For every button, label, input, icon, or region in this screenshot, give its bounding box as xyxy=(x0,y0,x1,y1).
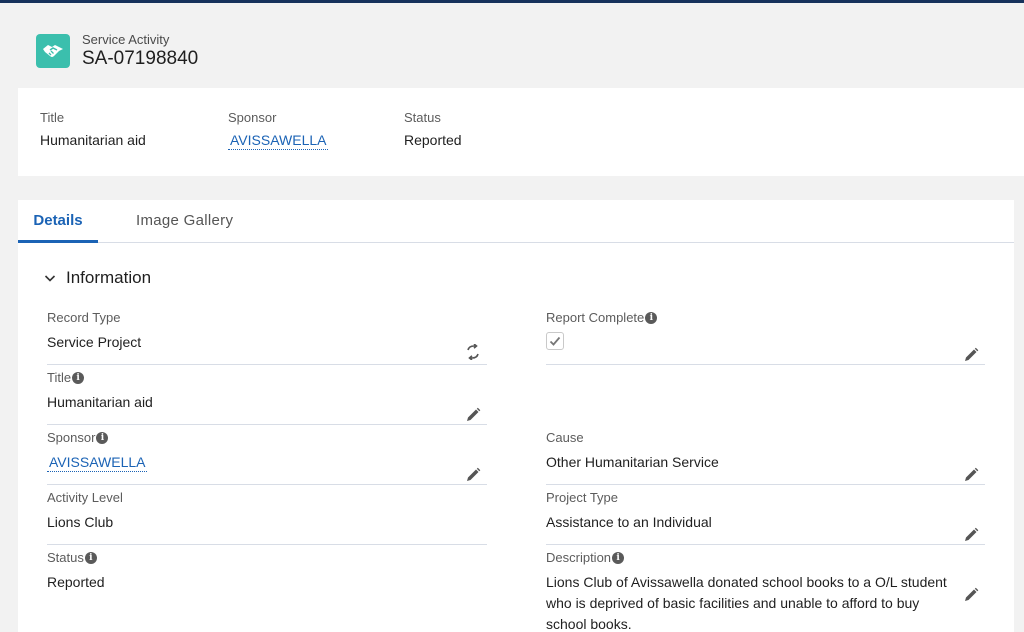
field-label: Report Complete i xyxy=(546,310,985,325)
field-value: Lions Club xyxy=(47,514,114,530)
highlight-sponsor: Sponsor AVISSAWELLA xyxy=(228,110,329,150)
section-title: Information xyxy=(66,268,152,287)
highlight-sponsor-link[interactable]: AVISSAWELLA xyxy=(228,132,329,150)
field-label-text: Description xyxy=(546,550,612,565)
highlight-title-value: Humanitarian aid xyxy=(40,132,146,148)
highlight-title-label: Title xyxy=(40,110,65,125)
checkmark-icon xyxy=(549,336,561,346)
handshake-icon xyxy=(36,34,70,68)
chevron-down-icon xyxy=(44,275,56,282)
info-icon[interactable]: i xyxy=(645,311,658,324)
field-value: Assistance to an Individual xyxy=(546,514,712,530)
field-project-type: Project Type Assistance to an Individual xyxy=(546,490,985,545)
field-value: Reported xyxy=(47,574,105,590)
sponsor-link[interactable]: AVISSAWELLA xyxy=(47,454,148,472)
pencil-icon[interactable] xyxy=(963,587,979,603)
info-icon[interactable]: i xyxy=(84,551,97,564)
field-value: Lions Club of Avissawella donated school… xyxy=(546,574,947,632)
field-report-complete: Report Complete i xyxy=(546,310,985,365)
tab-bar: Details Image Gallery xyxy=(18,200,1014,243)
tab-image-gallery[interactable]: Image Gallery xyxy=(136,212,233,229)
field-label-text: Status xyxy=(47,550,84,565)
field-value: Humanitarian aid xyxy=(47,394,153,410)
field-record-type: Record Type Service Project xyxy=(47,310,487,365)
highlights-panel: Title Humanitarian aid Sponsor AVISSAWEL… xyxy=(18,88,1024,176)
field-label: Record Type xyxy=(47,310,121,325)
highlight-status: Status Reported xyxy=(404,110,462,148)
field-sponsor: Sponsor i AVISSAWELLA xyxy=(47,430,487,485)
field-title: Title i Humanitarian aid xyxy=(47,370,487,425)
field-cause: Cause Other Humanitarian Service xyxy=(546,430,985,485)
highlight-title: Title Humanitarian aid xyxy=(40,110,146,148)
field-activity-level: Activity Level Lions Club xyxy=(47,490,487,545)
field-label: Cause xyxy=(546,430,584,445)
highlight-sponsor-label: Sponsor xyxy=(228,110,277,125)
pencil-icon[interactable] xyxy=(963,467,979,483)
record-header: Service Activity SA-07198840 xyxy=(0,3,1024,88)
field-label-text: Title xyxy=(47,370,72,385)
field-value: Service Project xyxy=(47,334,142,350)
field-label: Status i xyxy=(47,550,487,565)
tab-details[interactable]: Details xyxy=(18,212,98,243)
field-label-text: Sponsor xyxy=(47,430,96,445)
pencil-icon[interactable] xyxy=(963,527,979,543)
change-record-type-icon[interactable] xyxy=(465,344,481,360)
report-complete-checkbox xyxy=(546,332,564,350)
field-label: Description i xyxy=(546,550,985,565)
pencil-icon[interactable] xyxy=(465,467,481,483)
pencil-icon[interactable] xyxy=(465,407,481,423)
highlight-status-label: Status xyxy=(404,110,441,125)
info-icon[interactable]: i xyxy=(96,431,109,444)
highlight-status-value: Reported xyxy=(404,132,462,148)
field-label: Sponsor i xyxy=(47,430,487,445)
object-type-label: Service Activity xyxy=(82,32,170,47)
field-description: Description i Lions Club of Avissawella d… xyxy=(546,550,985,632)
pencil-icon[interactable] xyxy=(963,347,979,363)
field-value: Other Humanitarian Service xyxy=(546,454,719,470)
field-status: Status i Reported xyxy=(47,550,487,610)
section-toggle-information[interactable]: Information xyxy=(44,268,151,288)
field-label: Project Type xyxy=(546,490,619,505)
info-icon[interactable]: i xyxy=(72,371,85,384)
record-name: SA-07198840 xyxy=(82,48,199,69)
field-label-text: Report Complete xyxy=(546,310,645,325)
field-label: Activity Level xyxy=(47,490,123,505)
info-icon[interactable]: i xyxy=(612,551,625,564)
details-card: Details Image Gallery Information Record… xyxy=(18,200,1014,632)
field-label: Title i xyxy=(47,370,487,385)
